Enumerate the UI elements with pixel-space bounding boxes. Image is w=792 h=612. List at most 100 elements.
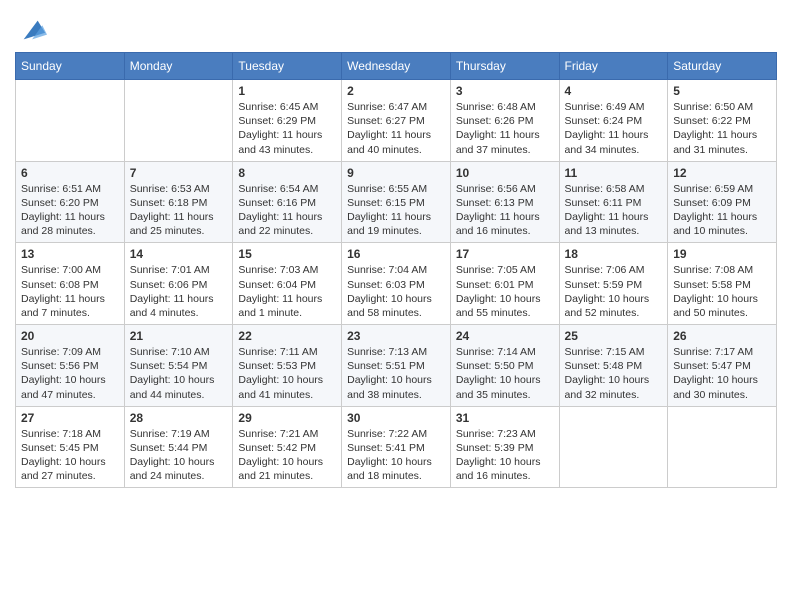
day-number: 31 [456,411,554,425]
cell-content: Sunrise: 7:23 AM Sunset: 5:39 PM Dayligh… [456,427,554,484]
day-number: 16 [347,247,445,261]
day-number: 21 [130,329,228,343]
cell-content: Sunrise: 7:06 AM Sunset: 5:59 PM Dayligh… [565,263,663,320]
calendar-cell [668,406,777,488]
cell-content: Sunrise: 7:00 AM Sunset: 6:08 PM Dayligh… [21,263,119,320]
day-number: 14 [130,247,228,261]
calendar-cell: 9 Sunrise: 6:55 AM Sunset: 6:15 PM Daylig… [342,161,451,243]
day-header-wednesday: Wednesday [342,53,451,80]
day-number: 20 [21,329,119,343]
day-header-thursday: Thursday [450,53,559,80]
calendar-cell: 13 Sunrise: 7:00 AM Sunset: 6:08 PM Dayli… [16,243,125,325]
day-number: 2 [347,84,445,98]
day-number: 11 [565,166,663,180]
cell-content: Sunrise: 6:49 AM Sunset: 6:24 PM Dayligh… [565,100,663,157]
calendar-cell: 14 Sunrise: 7:01 AM Sunset: 6:06 PM Dayli… [124,243,233,325]
calendar-cell: 8 Sunrise: 6:54 AM Sunset: 6:16 PM Daylig… [233,161,342,243]
calendar-body: 1Sunrise: 6:45 AM Sunset: 6:29 PM Daylig… [16,80,777,488]
week-row-3: 13 Sunrise: 7:00 AM Sunset: 6:08 PM Dayli… [16,243,777,325]
cell-content: Sunrise: 7:10 AM Sunset: 5:54 PM Dayligh… [130,345,228,402]
week-row-2: 6Sunrise: 6:51 AM Sunset: 6:20 PM Daylig… [16,161,777,243]
day-number: 8 [238,166,336,180]
calendar-cell: 19 Sunrise: 7:08 AM Sunset: 5:58 PM Dayli… [668,243,777,325]
cell-content: Sunrise: 6:55 AM Sunset: 6:15 PM Dayligh… [347,182,445,239]
calendar-cell: 26 Sunrise: 7:17 AM Sunset: 5:47 PM Dayli… [668,325,777,407]
day-number: 18 [565,247,663,261]
cell-content: Sunrise: 6:47 AM Sunset: 6:27 PM Dayligh… [347,100,445,157]
day-number: 29 [238,411,336,425]
day-number: 17 [456,247,554,261]
day-number: 6 [21,166,119,180]
day-number: 30 [347,411,445,425]
day-number: 15 [238,247,336,261]
day-number: 25 [565,329,663,343]
calendar-cell: 5 Sunrise: 6:50 AM Sunset: 6:22 PM Daylig… [668,80,777,162]
page-header [15,10,777,44]
calendar-cell: 1Sunrise: 6:45 AM Sunset: 6:29 PM Daylig… [233,80,342,162]
day-number: 4 [565,84,663,98]
calendar-cell: 24Sunrise: 7:14 AM Sunset: 5:50 PM Dayli… [450,325,559,407]
calendar-cell: 20 Sunrise: 7:09 AM Sunset: 5:56 PM Dayli… [16,325,125,407]
calendar-cell: 16 Sunrise: 7:04 AM Sunset: 6:03 PM Dayli… [342,243,451,325]
day-number: 7 [130,166,228,180]
day-header-saturday: Saturday [668,53,777,80]
day-number: 19 [673,247,771,261]
cell-content: Sunrise: 7:09 AM Sunset: 5:56 PM Dayligh… [21,345,119,402]
cell-content: Sunrise: 6:48 AM Sunset: 6:26 PM Dayligh… [456,100,554,157]
calendar-cell: 3Sunrise: 6:48 AM Sunset: 6:26 PM Daylig… [450,80,559,162]
calendar-cell: 15Sunrise: 7:03 AM Sunset: 6:04 PM Dayli… [233,243,342,325]
day-number: 26 [673,329,771,343]
calendar-cell [124,80,233,162]
day-number: 5 [673,84,771,98]
cell-content: Sunrise: 6:56 AM Sunset: 6:13 PM Dayligh… [456,182,554,239]
calendar-cell [16,80,125,162]
calendar-table: SundayMondayTuesdayWednesdayThursdayFrid… [15,52,777,488]
week-row-4: 20 Sunrise: 7:09 AM Sunset: 5:56 PM Dayli… [16,325,777,407]
day-number: 10 [456,166,554,180]
day-number: 23 [347,329,445,343]
cell-content: Sunrise: 6:50 AM Sunset: 6:22 PM Dayligh… [673,100,771,157]
calendar-cell: 12 Sunrise: 6:59 AM Sunset: 6:09 PM Dayli… [668,161,777,243]
calendar-cell: 30Sunrise: 7:22 AM Sunset: 5:41 PM Dayli… [342,406,451,488]
calendar-cell: 4 Sunrise: 6:49 AM Sunset: 6:24 PM Daylig… [559,80,668,162]
calendar-cell: 6Sunrise: 6:51 AM Sunset: 6:20 PM Daylig… [16,161,125,243]
week-row-1: 1Sunrise: 6:45 AM Sunset: 6:29 PM Daylig… [16,80,777,162]
day-header-monday: Monday [124,53,233,80]
calendar-cell [559,406,668,488]
day-header-tuesday: Tuesday [233,53,342,80]
cell-content: Sunrise: 6:59 AM Sunset: 6:09 PM Dayligh… [673,182,771,239]
day-number: 22 [238,329,336,343]
cell-content: Sunrise: 7:04 AM Sunset: 6:03 PM Dayligh… [347,263,445,320]
day-header-sunday: Sunday [16,53,125,80]
day-number: 9 [347,166,445,180]
cell-content: Sunrise: 7:19 AM Sunset: 5:44 PM Dayligh… [130,427,228,484]
calendar-header: SundayMondayTuesdayWednesdayThursdayFrid… [16,53,777,80]
calendar-cell: 28Sunrise: 7:19 AM Sunset: 5:44 PM Dayli… [124,406,233,488]
cell-content: Sunrise: 6:54 AM Sunset: 6:16 PM Dayligh… [238,182,336,239]
cell-content: Sunrise: 6:53 AM Sunset: 6:18 PM Dayligh… [130,182,228,239]
cell-content: Sunrise: 6:45 AM Sunset: 6:29 PM Dayligh… [238,100,336,157]
logo [15,16,47,44]
calendar-cell: 2 Sunrise: 6:47 AM Sunset: 6:27 PM Daylig… [342,80,451,162]
day-number: 27 [21,411,119,425]
calendar-cell: 10 Sunrise: 6:56 AM Sunset: 6:13 PM Dayli… [450,161,559,243]
calendar-cell: 11 Sunrise: 6:58 AM Sunset: 6:11 PM Dayli… [559,161,668,243]
calendar-cell: 18 Sunrise: 7:06 AM Sunset: 5:59 PM Dayli… [559,243,668,325]
day-number: 12 [673,166,771,180]
week-row-5: 27Sunrise: 7:18 AM Sunset: 5:45 PM Dayli… [16,406,777,488]
cell-content: Sunrise: 7:13 AM Sunset: 5:51 PM Dayligh… [347,345,445,402]
cell-content: Sunrise: 7:11 AM Sunset: 5:53 PM Dayligh… [238,345,336,402]
cell-content: Sunrise: 7:01 AM Sunset: 6:06 PM Dayligh… [130,263,228,320]
calendar-cell: 25 Sunrise: 7:15 AM Sunset: 5:48 PM Dayli… [559,325,668,407]
cell-content: Sunrise: 7:14 AM Sunset: 5:50 PM Dayligh… [456,345,554,402]
cell-content: Sunrise: 7:15 AM Sunset: 5:48 PM Dayligh… [565,345,663,402]
calendar-cell: 21 Sunrise: 7:10 AM Sunset: 5:54 PM Dayli… [124,325,233,407]
cell-content: Sunrise: 7:05 AM Sunset: 6:01 PM Dayligh… [456,263,554,320]
header-row: SundayMondayTuesdayWednesdayThursdayFrid… [16,53,777,80]
cell-content: Sunrise: 6:58 AM Sunset: 6:11 PM Dayligh… [565,182,663,239]
day-number: 13 [21,247,119,261]
cell-content: Sunrise: 7:17 AM Sunset: 5:47 PM Dayligh… [673,345,771,402]
calendar-cell: 29Sunrise: 7:21 AM Sunset: 5:42 PM Dayli… [233,406,342,488]
logo-icon [19,16,47,44]
cell-content: Sunrise: 7:08 AM Sunset: 5:58 PM Dayligh… [673,263,771,320]
